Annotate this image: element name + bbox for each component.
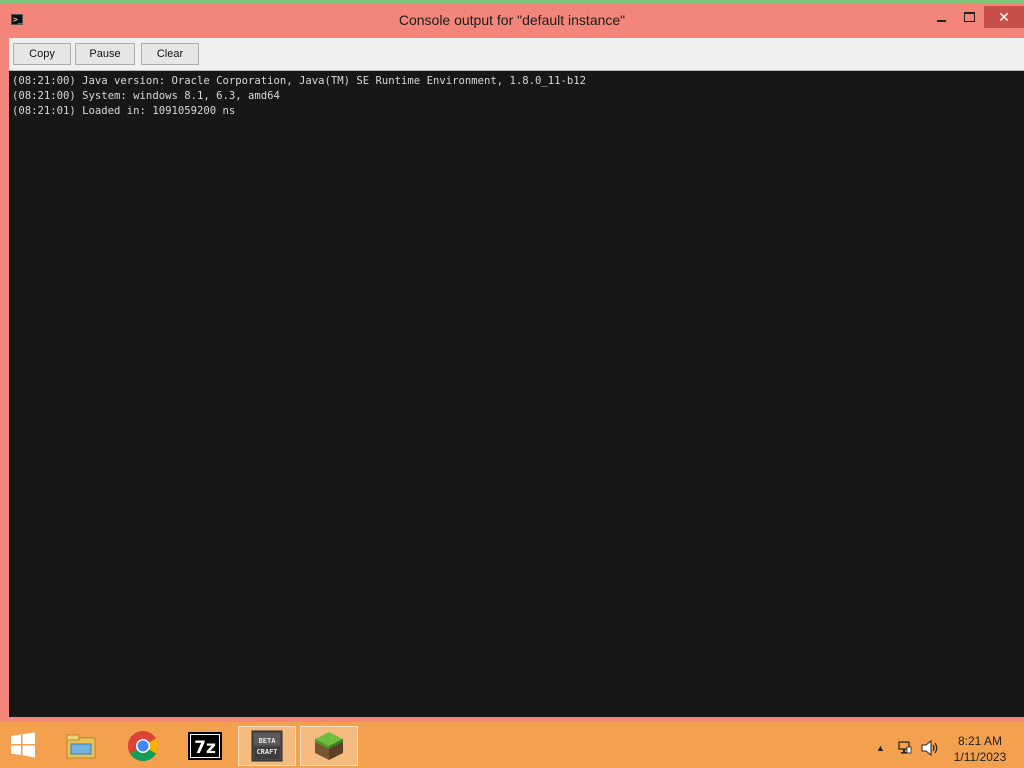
taskbar-item-minecraft[interactable] <box>300 726 358 766</box>
taskbar-item-7zip[interactable]: 7z <box>176 726 234 766</box>
close-button[interactable]: ✕ <box>984 6 1024 28</box>
show-hidden-icons-button[interactable]: ▲ <box>876 743 885 753</box>
title-bar[interactable]: >_ Console output for "default instance"… <box>0 6 1024 36</box>
clock[interactable]: 8:21 AM 1/11/2023 <box>950 733 1010 765</box>
console-window: >_ Console output for "default instance"… <box>0 0 1024 722</box>
taskbar-item-betacraft[interactable]: BETA CRAFT <box>238 726 296 766</box>
svg-text:CRAFT: CRAFT <box>256 748 277 756</box>
minimize-button[interactable] <box>928 6 954 28</box>
file-explorer-icon <box>66 734 96 759</box>
volume-icon[interactable] <box>921 740 939 756</box>
clock-date: 1/11/2023 <box>953 750 1007 764</box>
maximize-icon <box>963 12 975 22</box>
console-line: (08:21:00) Java version: Oracle Corporat… <box>12 75 587 87</box>
7zip-icon: 7z <box>188 732 222 760</box>
window-title: Console output for "default instance" <box>398 12 626 28</box>
copy-button[interactable]: Copy <box>13 43 71 65</box>
7zip-label: 7z <box>194 738 216 758</box>
close-icon: ✕ <box>998 8 1010 25</box>
minecraft-icon <box>315 732 343 760</box>
betacraft-icon: BETA CRAFT <box>251 730 283 762</box>
taskbar-item-chrome[interactable] <box>114 726 172 766</box>
taskbar: 7z BETA CRAFT <box>0 722 1024 768</box>
minimize-icon <box>936 20 946 22</box>
maximize-button[interactable] <box>956 6 982 28</box>
svg-text:BETA: BETA <box>259 737 277 745</box>
pause-button[interactable]: Pause <box>75 43 135 65</box>
console-line: (08:21:01) Loaded in: 1091059200 ns <box>12 105 236 117</box>
windows-logo-icon <box>11 732 35 758</box>
chrome-icon <box>127 731 159 762</box>
clear-button[interactable]: Clear <box>141 43 199 65</box>
console-toolbar: Copy Pause Clear <box>9 38 1024 71</box>
clock-time: 8:21 AM <box>957 734 1003 748</box>
taskbar-item-file-explorer[interactable] <box>52 726 110 766</box>
console-line: (08:21:00) System: windows 8.1, 6.3, amd… <box>12 90 280 102</box>
console-output[interactable]: (08:21:00) Java version: Oracle Corporat… <box>9 71 1024 717</box>
start-button[interactable] <box>8 730 38 760</box>
network-icon[interactable] <box>898 741 912 755</box>
